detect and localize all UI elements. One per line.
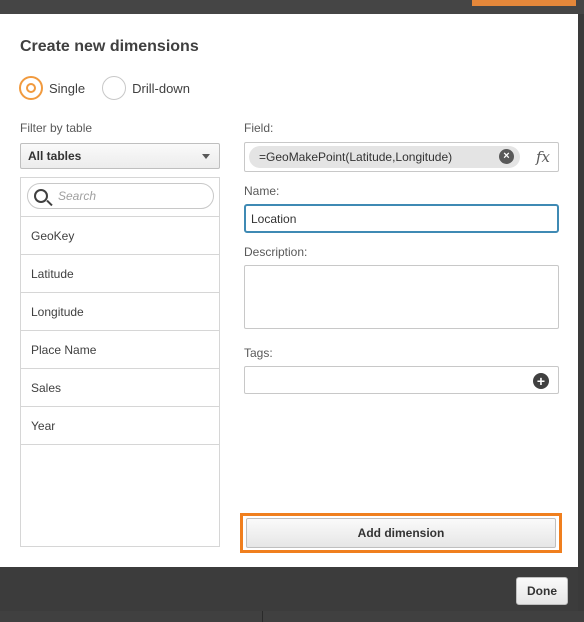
single-radio-label[interactable]: Single <box>49 81 85 96</box>
chevron-down-icon <box>202 154 210 159</box>
description-textarea[interactable] <box>244 265 559 329</box>
add-dimension-highlight: Add dimension <box>240 513 562 553</box>
name-label: Name: <box>244 184 280 198</box>
field-expression-pill[interactable]: =GeoMakePoint(Latitude,Longitude) × <box>249 146 520 168</box>
search-icon <box>34 189 48 203</box>
expression-editor-icon[interactable]: fx <box>536 148 550 166</box>
done-button[interactable]: Done <box>516 577 568 605</box>
drill-down-radio-label[interactable]: Drill-down <box>132 81 190 96</box>
bottom-divider <box>262 611 263 622</box>
tags-label: Tags: <box>244 346 273 360</box>
field-list-item[interactable]: Longitude <box>21 293 219 331</box>
create-dimensions-dialog: Create new dimensions Single Drill-down … <box>0 14 578 567</box>
dialog-footer <box>0 567 578 611</box>
tags-input[interactable]: + <box>244 366 559 394</box>
name-input[interactable]: Location <box>244 204 559 233</box>
field-label: Field: <box>244 121 274 135</box>
field-list-item[interactable]: Latitude <box>21 255 219 293</box>
field-list-item[interactable]: Year <box>21 407 219 445</box>
table-filter-selected: All tables <box>28 149 82 163</box>
search-input[interactable]: Search <box>27 183 214 209</box>
clear-expression-icon[interactable]: × <box>499 149 514 164</box>
background-toolbar-button <box>472 0 576 6</box>
field-list-panel: Search GeoKey Latitude Longitude Place N… <box>20 177 220 547</box>
background-toolbar <box>0 0 584 14</box>
dimension-type-radio-group: Single Drill-down <box>19 76 207 100</box>
add-dimension-button[interactable]: Add dimension <box>246 518 556 548</box>
field-list-item[interactable]: Sales <box>21 369 219 407</box>
field-list-item[interactable]: Place Name <box>21 331 219 369</box>
field-list: GeoKey Latitude Longitude Place Name Sal… <box>21 216 219 445</box>
single-radio[interactable] <box>19 76 43 100</box>
background-bottom-bar <box>0 611 584 622</box>
search-placeholder: Search <box>58 189 97 203</box>
add-tag-icon[interactable]: + <box>533 373 549 389</box>
description-label: Description: <box>244 245 308 259</box>
drill-down-radio[interactable] <box>102 76 127 100</box>
dialog-title: Create new dimensions <box>20 38 199 55</box>
name-input-value: Location <box>251 211 297 226</box>
filter-by-table-label: Filter by table <box>20 121 93 135</box>
table-filter-dropdown[interactable]: All tables <box>20 143 220 169</box>
field-expression-text: =GeoMakePoint(Latitude,Longitude) <box>259 150 453 164</box>
field-list-item[interactable]: GeoKey <box>21 217 219 255</box>
field-expression-box[interactable]: =GeoMakePoint(Latitude,Longitude) × fx <box>244 142 559 172</box>
